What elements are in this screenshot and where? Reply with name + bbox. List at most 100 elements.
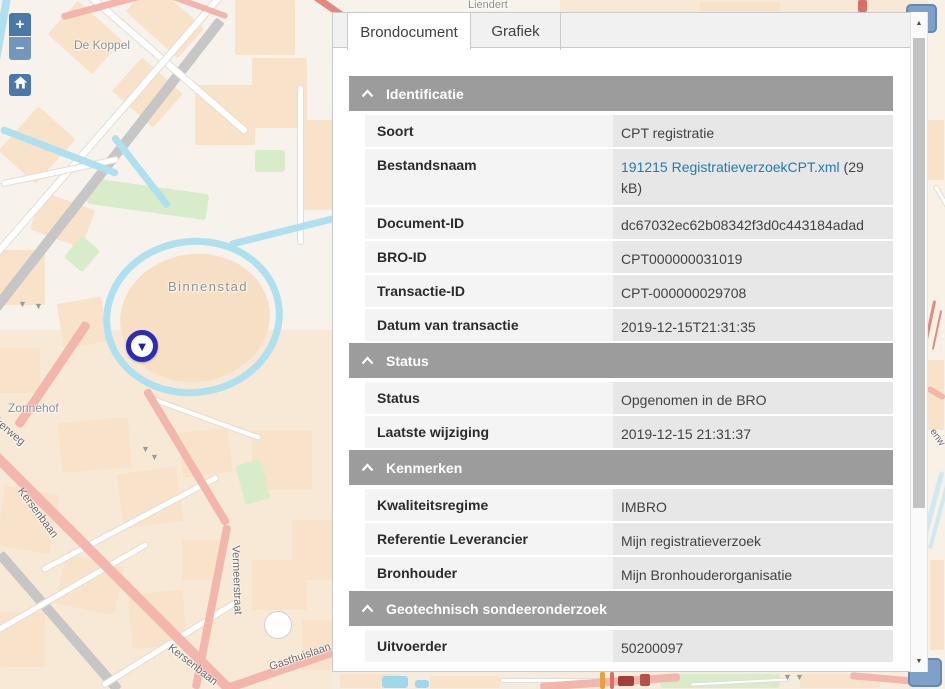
map-building bbox=[0, 348, 40, 393]
row-label: Status bbox=[365, 382, 613, 414]
table-row: Kwaliteitsregime IMBRO bbox=[365, 489, 893, 521]
map-label-binnenstad: Binnenstad bbox=[168, 279, 248, 294]
chevron-up-icon bbox=[361, 356, 374, 365]
zoom-out-button[interactable]: − bbox=[9, 37, 31, 60]
table-row: Referentie Leverancier Mijn registratiev… bbox=[365, 523, 893, 555]
row-label: Bronhouder bbox=[365, 557, 613, 589]
row-label: BRO-ID bbox=[365, 241, 613, 273]
table-row: Laatste wijziging 2019-12-15 21:31:37 bbox=[365, 416, 893, 448]
section-title: Kenmerken bbox=[386, 460, 462, 476]
marker-triangle-icon: ▼ bbox=[136, 340, 149, 353]
map-label-vermeerstraat: Vermeerstraat bbox=[229, 545, 243, 614]
table-row: Status Opgenomen in de BRO bbox=[365, 382, 893, 414]
file-download-link[interactable]: 191215 RegistratieverzoekCPT.xml bbox=[621, 159, 840, 175]
section-header-kenmerken[interactable]: Kenmerken bbox=[349, 450, 893, 485]
scroll-down-button[interactable]: ▼ bbox=[911, 652, 927, 670]
section-header-status[interactable]: Status bbox=[349, 343, 893, 378]
row-value: Opgenomen in de BRO bbox=[613, 382, 893, 414]
oneway-arrow-icon: ▼ bbox=[34, 302, 43, 311]
table-row: Document-ID dc67032ec62b08342f3d0c443184… bbox=[365, 207, 893, 239]
row-label: Laatste wijziging bbox=[365, 416, 613, 448]
section-title: Status bbox=[386, 353, 429, 369]
section-title: Identificatie bbox=[386, 86, 464, 102]
section-identificatie: Identificatie Soort CPT registratie Best… bbox=[349, 76, 893, 341]
row-label: Bestandsnaam bbox=[365, 149, 613, 205]
map-building bbox=[58, 417, 132, 473]
map-road bbox=[297, 85, 304, 245]
map-water bbox=[382, 676, 408, 688]
oneway-arrow-icon: ▼ bbox=[795, 673, 804, 682]
row-value: Mijn Bronhouderorganisatie bbox=[613, 557, 893, 589]
section-header-identificatie[interactable]: Identificatie bbox=[349, 76, 893, 111]
map-label-de-koppel: De Koppel bbox=[74, 38, 130, 52]
table-row: Bronhouder Mijn Bronhouderorganisatie bbox=[365, 557, 893, 589]
map-label-liendert: Liendert bbox=[468, 0, 508, 11]
map-building bbox=[235, 0, 295, 55]
row-value: 2019-12-15T21:31:35 bbox=[613, 309, 893, 341]
zoom-in-button[interactable]: + bbox=[9, 13, 31, 36]
map-building bbox=[930, 560, 944, 650]
map-canal bbox=[229, 215, 335, 248]
scroll-up-button[interactable]: ▲ bbox=[911, 14, 927, 32]
map-park bbox=[255, 150, 285, 172]
map-building bbox=[252, 560, 307, 610]
row-label: Uitvoerder bbox=[365, 630, 613, 662]
table-row: Uitvoerder 50200097 bbox=[365, 630, 893, 662]
oneway-arrow-icon: ▼ bbox=[783, 673, 792, 682]
section-title: Geotechnisch sondeeronderzoek bbox=[386, 601, 607, 617]
row-value: 50200097 bbox=[613, 630, 893, 662]
section-geotechnisch-sondeeronderzoek: Geotechnisch sondeeronderzoek Uitvoerder… bbox=[349, 591, 893, 662]
map-water bbox=[415, 680, 429, 688]
row-label: Referentie Leverancier bbox=[365, 523, 613, 555]
map-roundabout bbox=[264, 611, 292, 639]
oneway-arrow-icon: ▼ bbox=[18, 300, 27, 309]
map-building-dark bbox=[618, 676, 634, 686]
row-label: Kwaliteitsregime bbox=[365, 489, 613, 521]
chevron-up-icon bbox=[361, 89, 374, 98]
map-zoom-control: + − bbox=[9, 13, 31, 60]
home-icon bbox=[12, 74, 29, 96]
section-header-geotechnisch[interactable]: Geotechnisch sondeeronderzoek bbox=[349, 591, 893, 626]
tab-bar: Brondocument Grafiek bbox=[333, 12, 910, 48]
map-road-red bbox=[600, 672, 605, 689]
panel-scrollbar[interactable]: ▲ ▼ bbox=[910, 12, 928, 672]
row-value: CPT registratie bbox=[613, 115, 893, 147]
table-row: Soort CPT registratie bbox=[365, 115, 893, 147]
row-label: Datum van transactie bbox=[365, 309, 613, 341]
oneway-arrow-icon: ▼ bbox=[141, 445, 150, 454]
row-label: Document-ID bbox=[365, 207, 613, 239]
detail-panel: Brondocument Grafiek Identificatie Soort… bbox=[332, 12, 910, 672]
map-building bbox=[700, 2, 780, 11]
chevron-up-icon bbox=[361, 604, 374, 613]
map-location-marker[interactable]: ▼ bbox=[126, 330, 158, 362]
row-value: CPT-000000029708 bbox=[613, 275, 893, 307]
oneway-arrow-icon: ▼ bbox=[150, 453, 159, 462]
app-window: ▼ ▼ ▼ ▼ ▼ ▼ Liendert De Koppel Binnensta… bbox=[0, 0, 945, 689]
map-label-zonnehof: Zonnehof bbox=[8, 401, 59, 415]
tab-brondocument[interactable]: Brondocument bbox=[347, 12, 471, 50]
row-value: Mijn registratieverzoek bbox=[613, 523, 893, 555]
row-value: IMBRO bbox=[613, 489, 893, 521]
section-status: Status Status Opgenomen in de BRO Laatst… bbox=[349, 343, 893, 448]
chevron-up-icon bbox=[361, 463, 374, 472]
row-value: 191215 RegistratieverzoekCPT.xml (29 kB) bbox=[613, 149, 893, 205]
row-label: Transactie-ID bbox=[365, 275, 613, 307]
table-row: Datum van transactie 2019-12-15T21:31:35 bbox=[365, 309, 893, 341]
home-button[interactable] bbox=[9, 74, 31, 96]
table-row: Transactie-ID CPT-000000029708 bbox=[365, 275, 893, 307]
table-row: Bestandsnaam 191215 RegistratieverzoekCP… bbox=[365, 149, 893, 205]
row-value: CPT000000031019 bbox=[613, 241, 893, 273]
row-value: dc67032ec62b08342f3d0c443184adad bbox=[613, 207, 893, 239]
map-road-red bbox=[858, 0, 867, 12]
row-value: 2019-12-15 21:31:37 bbox=[613, 416, 893, 448]
panel-content: Identificatie Soort CPT registratie Best… bbox=[333, 48, 910, 662]
table-row: BRO-ID CPT000000031019 bbox=[365, 241, 893, 273]
map-building bbox=[928, 120, 944, 180]
tab-grafiek[interactable]: Grafiek bbox=[471, 13, 561, 50]
map-building-dark bbox=[640, 674, 650, 686]
map-building bbox=[430, 676, 500, 688]
map-road-red bbox=[610, 672, 614, 689]
section-kenmerken: Kenmerken Kwaliteitsregime IMBRO Referen… bbox=[349, 450, 893, 589]
scrollbar-thumb[interactable] bbox=[913, 38, 925, 508]
row-label: Soort bbox=[365, 115, 613, 147]
